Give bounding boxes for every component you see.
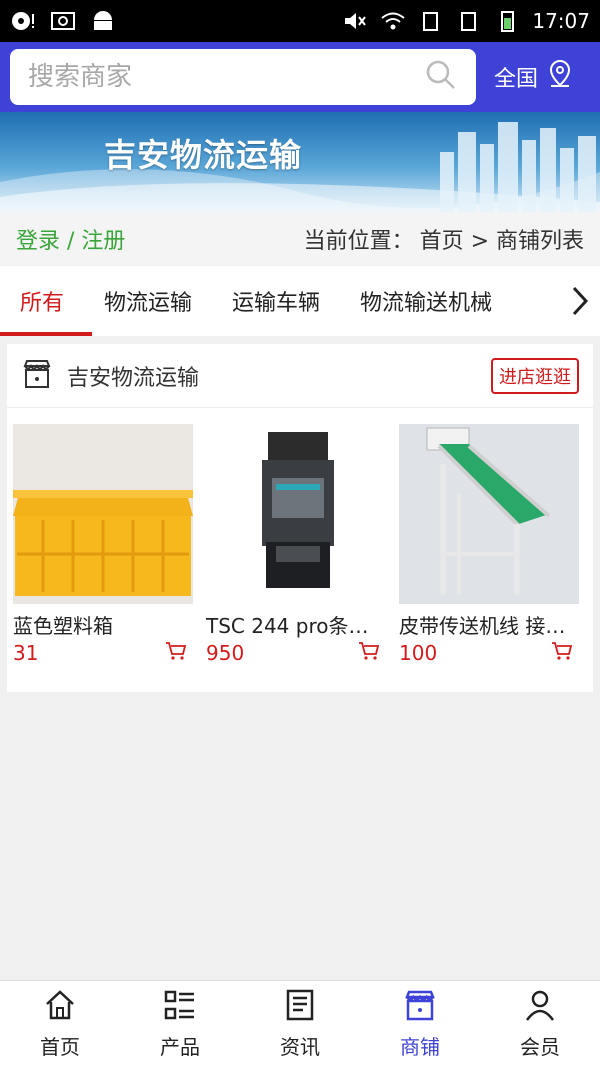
- product-image-belt-conveyor[interactable]: [399, 424, 579, 604]
- header: 全国: [0, 42, 600, 112]
- cart-icon[interactable]: [165, 641, 187, 665]
- breadcrumb-prefix: 当前位置：: [303, 229, 414, 254]
- shop-header: 吉安物流运输 进店逛逛: [7, 344, 593, 408]
- search-input[interactable]: [28, 62, 424, 92]
- user-icon: [523, 988, 557, 1027]
- cart-icon[interactable]: [358, 641, 380, 665]
- wifi-icon: [380, 10, 406, 32]
- nav-home-label: 首页: [40, 1035, 80, 1059]
- clock: 17:07: [532, 9, 590, 33]
- list-icon: [163, 988, 197, 1027]
- disc-icon: [10, 10, 36, 32]
- nav-stores-label: 商铺: [400, 1035, 440, 1059]
- android-icon: [90, 10, 116, 32]
- product-name[interactable]: TSC 244 pro条…: [206, 610, 376, 639]
- nav-member[interactable]: 会员: [480, 981, 600, 1067]
- product-name[interactable]: 蓝色塑料箱: [13, 610, 183, 639]
- store-icon: [403, 988, 437, 1027]
- category-tabs: 所有 物流运输 运输车辆 物流输送机械: [0, 266, 600, 336]
- product-price: 100: [399, 641, 438, 665]
- sim2-icon: [456, 10, 482, 32]
- product-price: 950: [206, 641, 245, 665]
- enter-shop-button[interactable]: 进店逛逛: [491, 357, 579, 394]
- cart-icon[interactable]: [551, 641, 573, 665]
- product-list: 蓝色塑料箱 31 TSC 244 pro条… 950 皮带传送机线 接… 100: [7, 408, 593, 665]
- product-name[interactable]: 皮带传送机线 接…: [399, 610, 569, 639]
- tab-all[interactable]: 所有: [0, 266, 93, 336]
- product-price: 31: [13, 641, 39, 665]
- bottom-navigation: 首页 产品 资讯 商铺 会员: [0, 980, 600, 1067]
- tabs-next-arrow-icon[interactable]: [560, 266, 600, 336]
- sim1-icon: [418, 10, 444, 32]
- product-item[interactable]: 蓝色塑料箱 31: [13, 424, 193, 665]
- tab-conveyor-machinery[interactable]: 物流输送机械: [340, 266, 512, 336]
- product-item[interactable]: 皮带传送机线 接… 100: [399, 424, 579, 665]
- nav-products[interactable]: 产品: [120, 981, 240, 1067]
- store-icon: [21, 358, 53, 394]
- product-image-plastic-crate[interactable]: [13, 424, 193, 604]
- nav-stores[interactable]: 商铺: [360, 981, 480, 1067]
- location-pin-icon: [544, 58, 576, 96]
- nav-news[interactable]: 资讯: [240, 981, 360, 1067]
- shop-banner: 吉安物流运输: [0, 112, 600, 212]
- product-image-label-printer[interactable]: [206, 424, 386, 604]
- nav-products-label: 产品: [160, 1035, 200, 1059]
- battery-icon: [494, 10, 520, 32]
- home-icon: [43, 988, 77, 1027]
- nav-news-label: 资讯: [280, 1035, 320, 1059]
- region-selector[interactable]: 全国: [494, 58, 576, 96]
- search-icon[interactable]: [424, 58, 458, 96]
- screenshot-icon: [50, 10, 76, 32]
- breadcrumb: 当前位置： 首页 > 商铺列表: [304, 223, 584, 255]
- mute-icon: [342, 10, 368, 32]
- region-label: 全国: [494, 67, 539, 92]
- product-item[interactable]: TSC 244 pro条… 950: [206, 424, 386, 665]
- tab-logistics-transport[interactable]: 物流运输: [84, 266, 212, 336]
- status-bar: 17:07: [0, 0, 600, 42]
- breadcrumb-path[interactable]: 首页 > 商铺列表: [420, 223, 584, 255]
- search-box[interactable]: [10, 49, 476, 105]
- banner-title: 吉安物流运输: [104, 136, 303, 174]
- news-icon: [283, 988, 317, 1027]
- breadcrumb-bar: 登录 / 注册 当前位置： 首页 > 商铺列表: [0, 212, 600, 266]
- tab-transport-vehicles[interactable]: 运输车辆: [212, 266, 340, 336]
- login-register-link[interactable]: 登录 / 注册: [16, 223, 125, 255]
- shop-name[interactable]: 吉安物流运输: [67, 360, 199, 392]
- nav-home[interactable]: 首页: [0, 981, 120, 1067]
- shop-card: 吉安物流运输 进店逛逛 蓝色塑料箱 31 TSC 244 pro条… 950 皮…: [7, 344, 593, 692]
- nav-member-label: 会员: [520, 1035, 560, 1059]
